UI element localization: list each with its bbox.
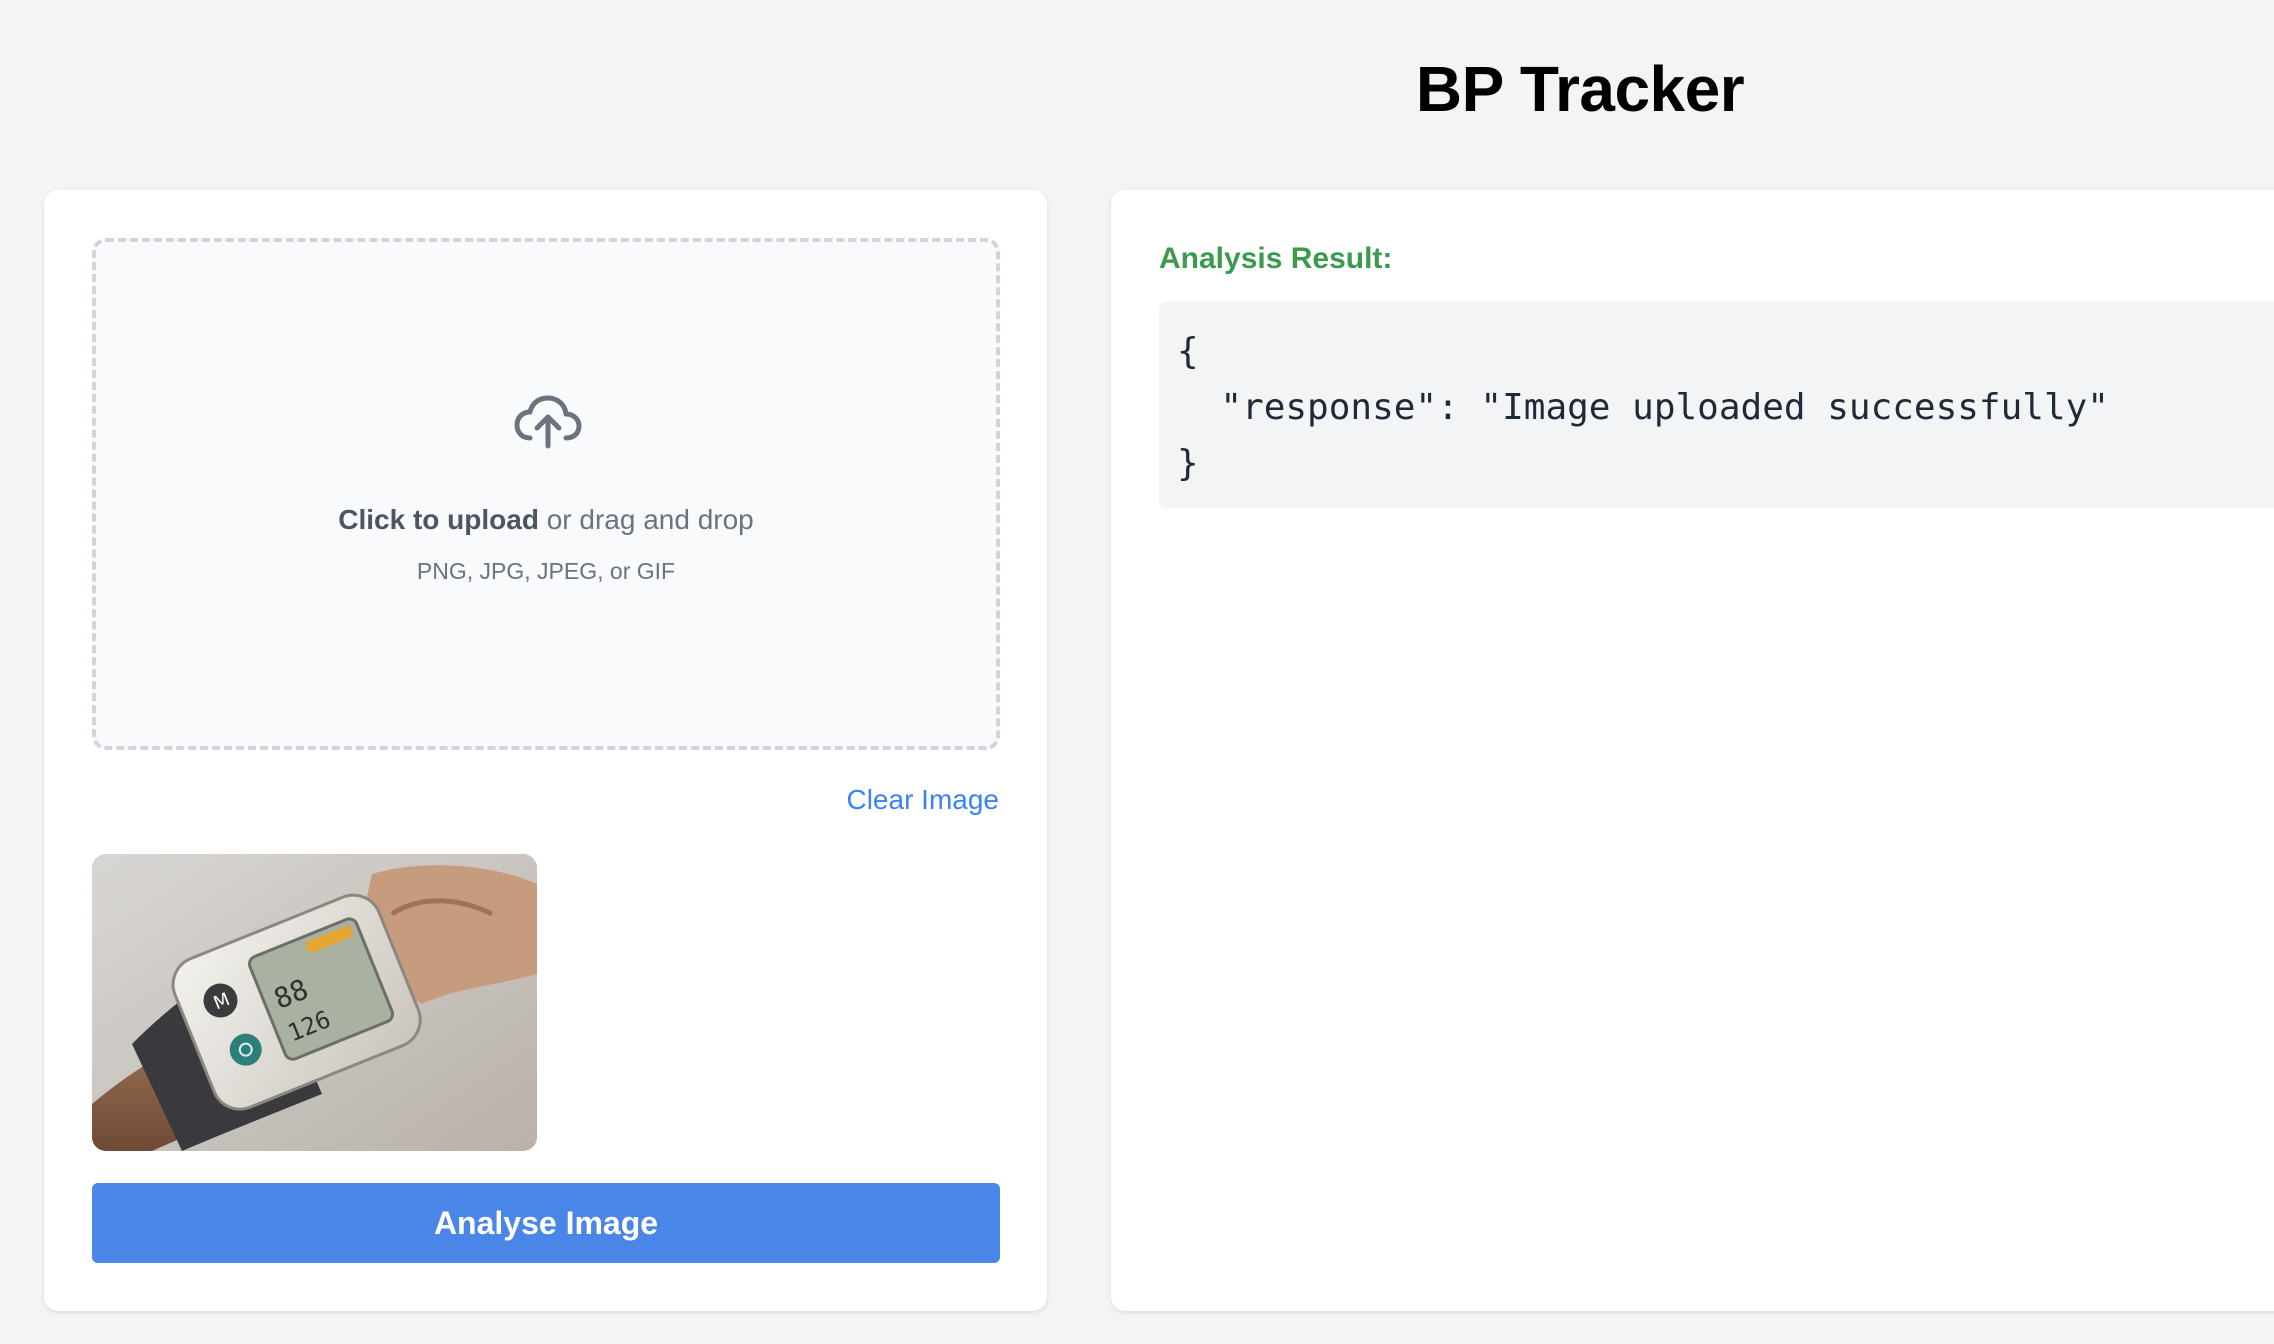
analyse-image-button[interactable]: Analyse Image <box>92 1183 1000 1263</box>
image-preview: 88 126 M <box>92 854 537 1151</box>
upload-instructions: Click to upload or drag and drop <box>96 504 996 536</box>
drag-drop-label: or drag and drop <box>538 504 754 535</box>
upload-dropzone[interactable]: Click to upload or drag and drop PNG, JP… <box>92 238 1000 750</box>
page-title: BP Tracker <box>1415 53 1745 125</box>
click-to-upload-label[interactable]: Click to upload <box>338 504 539 535</box>
cloud-upload-icon <box>514 395 582 449</box>
analysis-result-json: { "response": "Image uploaded successful… <box>1159 302 2274 508</box>
file-type-hint: PNG, JPG, JPEG, or GIF <box>416 558 676 584</box>
analysis-result-label: Analysis Result: <box>1159 242 1393 275</box>
blood-pressure-monitor-photo: 88 126 M <box>92 854 537 1151</box>
upload-panel: Click to upload or drag and drop PNG, JP… <box>44 190 1047 1311</box>
clear-image-link[interactable]: Clear Image <box>846 784 999 816</box>
result-panel: Analysis Result: { "response": "Image up… <box>1111 190 2274 1311</box>
